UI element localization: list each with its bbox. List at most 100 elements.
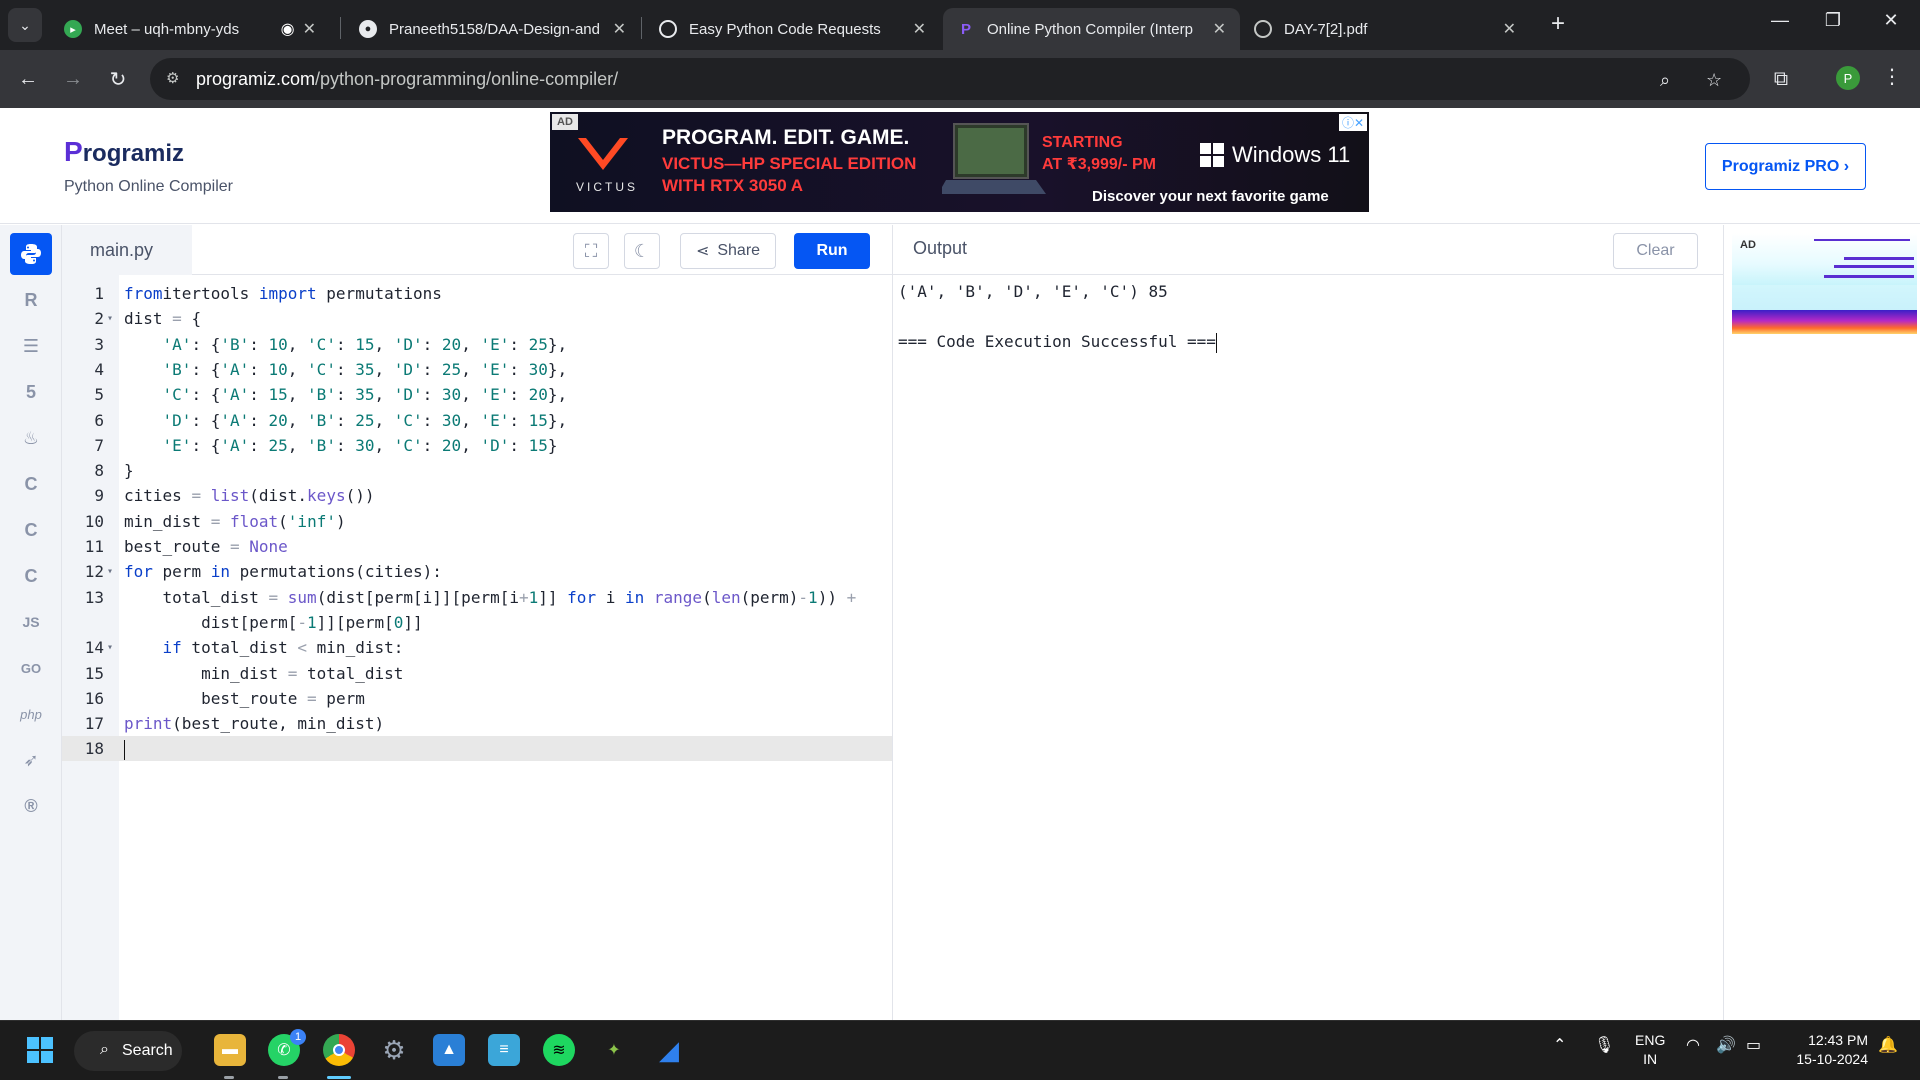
notepad-icon[interactable]: ≡ [488,1034,520,1066]
file-tab[interactable]: main.py [62,225,192,275]
extensions-icon[interactable]: ⧉ [1766,64,1796,94]
site-settings-icon[interactable]: ⚙ [166,69,186,89]
minimize-icon[interactable]: — [1760,10,1800,31]
profile-avatar[interactable]: P [1836,66,1860,90]
code-line[interactable]: 14 ▾ if total_dist < min_dist: [62,635,892,660]
battery-icon[interactable]: ▭ [1746,1035,1761,1055]
reload-icon[interactable]: ↻ [103,64,133,94]
python-icon[interactable] [10,233,52,275]
code-line[interactable]: 11 best_route = None [62,534,892,559]
programiz-logo[interactable]: Programiz [64,136,184,168]
cpp-icon[interactable]: C [10,509,52,551]
code-editor[interactable]: 1 fromitertools import permutations 2 ▾ dist… [62,275,892,1020]
code-line[interactable]: 5 'C': {'A': 15, 'B': 35, 'D': 30, 'E': … [62,382,892,407]
code-line[interactable]: 2 ▾ dist = { [62,306,892,331]
close-tab-icon[interactable]: ✕ [1213,19,1226,39]
tab-pdf[interactable]: DAY-7[2].pdf ✕ [1240,8,1530,50]
fullscreen-icon[interactable]: ⛶ [573,233,609,269]
side-ad[interactable]: AD [1723,225,1920,1020]
photos-icon[interactable]: ▲ [433,1034,465,1066]
wifi-icon[interactable]: ◠ [1686,1035,1700,1055]
spotify-icon[interactable]: ≋ [543,1034,575,1066]
code-token: : [249,410,269,430]
show-hidden-icons-icon[interactable]: ⌃ [1553,1035,1566,1055]
app-icon[interactable]: ✦ [598,1034,630,1066]
fold-toggle-icon[interactable]: ▾ [107,635,113,660]
swift-icon[interactable]: ➶ [10,739,52,781]
code-token: - [798,587,809,607]
code-line[interactable]: 1 fromitertools import permutations [62,281,892,306]
r-language-icon[interactable]: R [10,279,52,321]
settings-gear-icon[interactable]: ⚙ [378,1034,410,1066]
volume-icon[interactable]: 🔊 [1716,1035,1736,1055]
line-number: 17 [84,714,104,734]
clear-button[interactable]: Clear [1613,233,1698,269]
more-menu-icon[interactable]: ⋮ [1882,64,1902,89]
java-icon[interactable]: ♨ [10,417,52,459]
zoom-icon[interactable]: ⌕ [1660,70,1670,91]
microphone-icon[interactable]: 🎙 [1594,1035,1614,1055]
code-token: ()) [345,486,375,506]
share-button[interactable]: ⋖ Share [680,233,776,269]
code-line[interactable]: 4 'B': {'A': 10, 'C': 35, 'D': 25, 'E': … [62,357,892,382]
code-line[interactable]: 15 min_dist = total_dist [62,661,892,686]
code-line[interactable]: 16 best_route = perm [62,686,892,711]
csharp-icon[interactable]: C [10,555,52,597]
shark-app-icon[interactable]: ◢ [653,1034,685,1066]
fold-toggle-icon[interactable]: ▾ [107,306,113,331]
output-panel[interactable]: ('A', 'B', 'D', 'E', 'C') 85 === Code Ex… [892,275,1723,1020]
close-window-icon[interactable]: ✕ [1871,10,1911,31]
code-line[interactable]: 13 total_dist = sum(dist[perm[i]][perm[i… [62,585,892,610]
output-line: ('A', 'B', 'D', 'E', 'C') 85 [898,282,1168,301]
html5-icon[interactable]: 5 [10,371,52,413]
taskbar-search[interactable]: ⌕ Search [74,1031,182,1071]
c-language-icon[interactable]: C [10,463,52,505]
file-explorer-icon[interactable]: ▬ [214,1034,246,1066]
rust-icon[interactable]: ® [10,785,52,827]
ad-close-icon[interactable]: ⓘ✕ [1338,114,1367,131]
code-line[interactable]: 18 [62,736,892,762]
code-line[interactable]: 8} [62,458,892,483]
tab-chatgpt[interactable]: Easy Python Code Requests ✕ [645,8,940,50]
forward-icon[interactable]: → [58,64,88,94]
javascript-icon[interactable]: JS [10,601,52,643]
tab-search-button[interactable]: ⌄ [8,8,42,42]
code-line[interactable]: 17 print(best_route, min_dist) [62,711,892,736]
code-line[interactable]: 9 cities = list(dist.keys()) [62,483,892,508]
notification-bell-icon[interactable]: 🔔 [1878,1035,1898,1055]
close-tab-icon[interactable]: ✕ [913,19,926,39]
code-line[interactable]: dist[perm[-1]][perm[0]] [62,610,892,635]
bookmark-star-icon[interactable]: ☆ [1706,70,1722,91]
windows-start-icon[interactable] [24,1034,56,1066]
tab-github[interactable]: ● Praneeth5158/DAA-Design-and ✕ [345,8,640,50]
code-line[interactable]: 6 'D': {'A': 20, 'B': 25, 'C': 30, 'E': … [62,408,892,433]
ad-banner[interactable]: AD VICTUS PROGRAM. EDIT. GAME. VICTUS—HP… [550,112,1369,212]
restore-icon[interactable]: ❐ [1813,10,1853,31]
code-line[interactable]: 7 'E': {'A': 25, 'B': 30, 'C': 20, 'D': … [62,433,892,458]
language-indicator[interactable]: ENG IN [1635,1031,1665,1069]
tab-meet[interactable]: ▸ Meet – uqh-mbny-yds ◉ ✕ [50,8,330,50]
run-button[interactable]: Run [794,233,870,269]
system-clock[interactable]: 12:43 PM 15-10-2024 [1780,1031,1868,1069]
code-line[interactable]: 10 min_dist = float('inf') [62,509,892,534]
code-line[interactable]: 12 ▾ for perm in permutations(cities): [62,559,892,584]
sql-database-icon[interactable]: ☰ [10,325,52,367]
php-icon[interactable]: php [10,693,52,735]
back-icon[interactable]: ← [13,64,43,94]
chatgpt-icon [659,20,677,38]
new-tab-button[interactable]: + [1543,10,1573,38]
close-tab-icon[interactable]: ✕ [303,19,316,39]
chrome-icon[interactable] [323,1034,355,1066]
tab-programiz[interactable]: P Online Python Compiler (Interp ✕ [943,8,1240,50]
address-bar[interactable]: ⚙ programiz.com/python-programming/onlin… [150,58,1750,100]
close-tab-icon[interactable]: ✕ [613,19,626,39]
code-token: ]][perm[ [316,612,394,632]
fold-toggle-icon[interactable]: ▾ [107,559,113,584]
programiz-pro-button[interactable]: Programiz PRO › [1705,143,1866,190]
code-line[interactable]: 3 'A': {'B': 10, 'C': 15, 'D': 20, 'E': … [62,332,892,357]
go-icon[interactable]: GO [10,647,52,689]
code-token: : [335,359,356,379]
dark-mode-icon[interactable]: ☾ [624,233,660,269]
close-tab-icon[interactable]: ✕ [1503,19,1516,39]
